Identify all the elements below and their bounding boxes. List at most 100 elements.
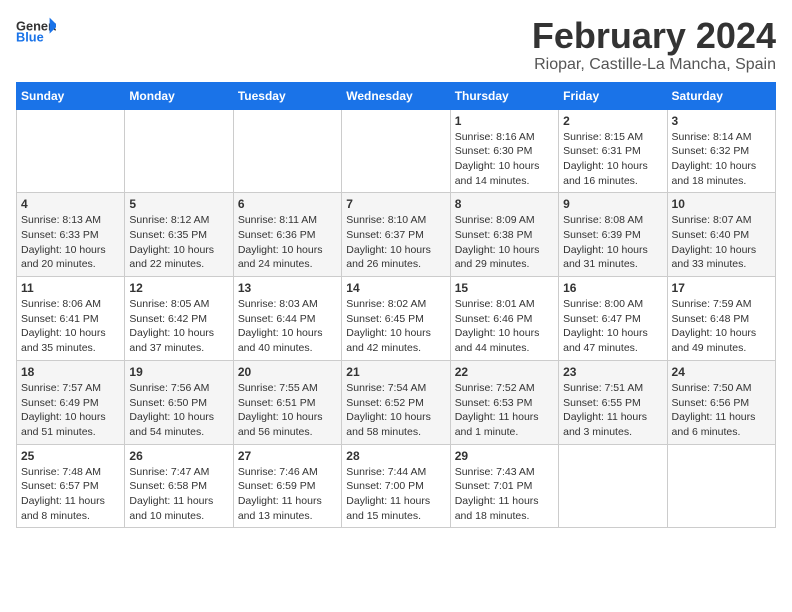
day-info: Sunrise: 8:13 AMSunset: 6:33 PMDaylight:… — [21, 213, 120, 272]
logo: General Blue — [16, 16, 56, 44]
day-number: 9 — [563, 197, 662, 211]
day-number: 22 — [455, 365, 554, 379]
day-number: 7 — [346, 197, 445, 211]
day-number: 28 — [346, 449, 445, 463]
day-info: Sunrise: 8:12 AMSunset: 6:35 PMDaylight:… — [129, 213, 228, 272]
day-number: 5 — [129, 197, 228, 211]
calendar-cell: 20Sunrise: 7:55 AMSunset: 6:51 PMDayligh… — [233, 360, 341, 444]
day-info: Sunrise: 8:00 AMSunset: 6:47 PMDaylight:… — [563, 297, 662, 356]
day-info: Sunrise: 7:52 AMSunset: 6:53 PMDaylight:… — [455, 381, 554, 440]
calendar-cell: 29 Sunrise: 7:43 AMSunset: 7:01 PMDayligh… — [450, 444, 558, 528]
day-info: Sunrise: 8:09 AMSunset: 6:38 PMDaylight:… — [455, 213, 554, 272]
day-info: Sunrise: 7:51 AMSunset: 6:55 PMDaylight:… — [563, 381, 662, 440]
calendar-cell — [125, 109, 233, 193]
calendar-cell: 27Sunrise: 7:46 AMSunset: 6:59 PMDayligh… — [233, 444, 341, 528]
page-header: General Blue February 2024 Riopar, Casti… — [16, 16, 776, 74]
calendar-cell: 3Sunrise: 8:14 AMSunset: 6:32 PMDaylight… — [667, 109, 775, 193]
day-number: 3 — [672, 114, 771, 128]
day-info: Sunrise: 7:59 AMSunset: 6:48 PMDaylight:… — [672, 297, 771, 356]
day-info: Sunrise: 8:06 AMSunset: 6:41 PMDaylight:… — [21, 297, 120, 356]
day-info: Sunrise: 7:56 AMSunset: 6:50 PMDaylight:… — [129, 381, 228, 440]
calendar-cell: 28 Sunrise: 7:44 AMSunset: 7:00 PMDayligh… — [342, 444, 450, 528]
day-number: 8 — [455, 197, 554, 211]
day-header-monday: Monday — [125, 82, 233, 109]
day-info: Sunrise: 8:05 AMSunset: 6:42 PMDaylight:… — [129, 297, 228, 356]
day-number: 6 — [238, 197, 337, 211]
day-info: Sunrise: 7:50 AMSunset: 6:56 PMDaylight:… — [672, 381, 771, 440]
day-info: Sunrise: 7:57 AMSunset: 6:49 PMDaylight:… — [21, 381, 120, 440]
day-number: 14 — [346, 281, 445, 295]
day-info: Sunrise: 7:43 AMSunset: 7:01 PMDaylight:… — [455, 465, 554, 524]
day-info: Sunrise: 8:08 AMSunset: 6:39 PMDaylight:… — [563, 213, 662, 272]
days-header-row: SundayMondayTuesdayWednesdayThursdayFrid… — [17, 82, 776, 109]
day-number: 12 — [129, 281, 228, 295]
svg-text:Blue: Blue — [16, 30, 44, 44]
calendar-cell — [17, 109, 125, 193]
calendar-cell: 9 Sunrise: 8:08 AMSunset: 6:39 PMDaylight… — [559, 193, 667, 277]
day-info: Sunrise: 7:48 AMSunset: 6:57 PMDaylight:… — [21, 465, 120, 524]
day-number: 25 — [21, 449, 120, 463]
day-number: 27 — [238, 449, 337, 463]
week-row-1: 1 Sunrise: 8:16 AMSunset: 6:30 PMDaylight… — [17, 109, 776, 193]
day-number: 4 — [21, 197, 120, 211]
calendar-cell: 2 Sunrise: 8:15 AMSunset: 6:31 PMDaylight… — [559, 109, 667, 193]
day-header-sunday: Sunday — [17, 82, 125, 109]
day-number: 21 — [346, 365, 445, 379]
calendar-cell: 4 Sunrise: 8:13 AMSunset: 6:33 PMDaylight… — [17, 193, 125, 277]
calendar-cell — [233, 109, 341, 193]
calendar-body: 1 Sunrise: 8:16 AMSunset: 6:30 PMDaylight… — [17, 109, 776, 528]
day-number: 1 — [455, 114, 554, 128]
calendar-cell: 12 Sunrise: 8:05 AMSunset: 6:42 PMDayligh… — [125, 277, 233, 361]
day-info: Sunrise: 8:11 AMSunset: 6:36 PMDaylight:… — [238, 213, 337, 272]
calendar-cell: 5 Sunrise: 8:12 AMSunset: 6:35 PMDaylight… — [125, 193, 233, 277]
day-info: Sunrise: 8:16 AMSunset: 6:30 PMDaylight:… — [455, 130, 554, 189]
week-row-2: 4 Sunrise: 8:13 AMSunset: 6:33 PMDaylight… — [17, 193, 776, 277]
day-number: 26 — [129, 449, 228, 463]
day-number: 23 — [563, 365, 662, 379]
day-number: 19 — [129, 365, 228, 379]
calendar-subtitle: Riopar, Castille-La Mancha, Spain — [532, 56, 776, 74]
week-row-5: 25 Sunrise: 7:48 AMSunset: 6:57 PMDayligh… — [17, 444, 776, 528]
day-header-wednesday: Wednesday — [342, 82, 450, 109]
calendar-cell — [342, 109, 450, 193]
calendar-cell: 23 Sunrise: 7:51 AMSunset: 6:55 PMDayligh… — [559, 360, 667, 444]
day-header-saturday: Saturday — [667, 82, 775, 109]
calendar-cell: 16 Sunrise: 8:00 AMSunset: 6:47 PMDayligh… — [559, 277, 667, 361]
day-number: 18 — [21, 365, 120, 379]
day-info: Sunrise: 8:10 AMSunset: 6:37 PMDaylight:… — [346, 213, 445, 272]
calendar-cell: 17 Sunrise: 7:59 AMSunset: 6:48 PMDayligh… — [667, 277, 775, 361]
day-info: Sunrise: 8:01 AMSunset: 6:46 PMDaylight:… — [455, 297, 554, 356]
calendar-cell: 18 Sunrise: 7:57 AMSunset: 6:49 PMDayligh… — [17, 360, 125, 444]
day-number: 16 — [563, 281, 662, 295]
calendar-cell: 8 Sunrise: 8:09 AMSunset: 6:38 PMDaylight… — [450, 193, 558, 277]
day-header-thursday: Thursday — [450, 82, 558, 109]
calendar-cell: 13 Sunrise: 8:03 AMSunset: 6:44 PMDayligh… — [233, 277, 341, 361]
calendar-cell: 21Sunrise: 7:54 AMSunset: 6:52 PMDayligh… — [342, 360, 450, 444]
calendar-header: SundayMondayTuesdayWednesdayThursdayFrid… — [17, 82, 776, 109]
day-number: 17 — [672, 281, 771, 295]
day-info: Sunrise: 8:03 AMSunset: 6:44 PMDaylight:… — [238, 297, 337, 356]
calendar-cell: 6 Sunrise: 8:11 AMSunset: 6:36 PMDaylight… — [233, 193, 341, 277]
day-number: 2 — [563, 114, 662, 128]
day-info: Sunrise: 8:02 AMSunset: 6:45 PMDaylight:… — [346, 297, 445, 356]
day-number: 24 — [672, 365, 771, 379]
day-number: 13 — [238, 281, 337, 295]
day-info: Sunrise: 7:44 AMSunset: 7:00 PMDaylight:… — [346, 465, 445, 524]
calendar-cell — [559, 444, 667, 528]
day-number: 11 — [21, 281, 120, 295]
day-number: 10 — [672, 197, 771, 211]
day-info: Sunrise: 8:15 AMSunset: 6:31 PMDaylight:… — [563, 130, 662, 189]
calendar-title: February 2024 — [532, 16, 776, 56]
day-info: Sunrise: 7:47 AMSunset: 6:58 PMDaylight:… — [129, 465, 228, 524]
calendar-cell: 19 Sunrise: 7:56 AMSunset: 6:50 PMDayligh… — [125, 360, 233, 444]
calendar-cell: 7 Sunrise: 8:10 AMSunset: 6:37 PMDaylight… — [342, 193, 450, 277]
day-number: 29 — [455, 449, 554, 463]
calendar-table: SundayMondayTuesdayWednesdayThursdayFrid… — [16, 82, 776, 529]
calendar-cell: 24 Sunrise: 7:50 AMSunset: 6:56 PMDayligh… — [667, 360, 775, 444]
day-header-tuesday: Tuesday — [233, 82, 341, 109]
calendar-cell: 1 Sunrise: 8:16 AMSunset: 6:30 PMDaylight… — [450, 109, 558, 193]
calendar-cell: 11 Sunrise: 8:06 AMSunset: 6:41 PMDayligh… — [17, 277, 125, 361]
calendar-cell: 14 Sunrise: 8:02 AMSunset: 6:45 PMDayligh… — [342, 277, 450, 361]
week-row-4: 18 Sunrise: 7:57 AMSunset: 6:49 PMDayligh… — [17, 360, 776, 444]
day-header-friday: Friday — [559, 82, 667, 109]
